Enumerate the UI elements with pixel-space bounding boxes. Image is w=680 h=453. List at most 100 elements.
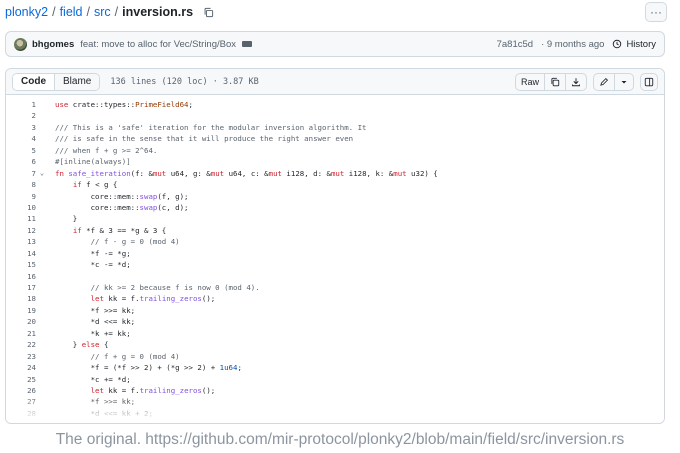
code-text: /// when f + g >= 2^64. xyxy=(55,145,158,155)
line-number[interactable]: 22 xyxy=(6,339,36,350)
raw-button[interactable]: Raw xyxy=(516,73,545,90)
tab-blame[interactable]: Blame xyxy=(55,73,100,90)
line-number[interactable]: 6 xyxy=(6,156,36,167)
commit-sha[interactable]: 7a81c5d xyxy=(497,39,533,50)
fold-gutter xyxy=(36,362,48,373)
line-number[interactable]: 1 xyxy=(6,99,36,110)
line-number[interactable]: 23 xyxy=(6,351,36,362)
fold-gutter xyxy=(36,316,48,327)
code-text: #[inline(always)] xyxy=(55,157,131,167)
commit-age: · 9 months ago xyxy=(541,38,605,50)
fold-gutter xyxy=(36,259,48,270)
history-icon xyxy=(613,39,622,49)
code-line: 9 core::mem::swap(f, g); xyxy=(6,191,664,202)
breadcrumb-current-file: inversion.rs xyxy=(122,5,194,19)
symbols-panel-icon[interactable] xyxy=(640,72,658,91)
line-number[interactable]: 14 xyxy=(6,248,36,259)
line-number[interactable]: 12 xyxy=(6,225,36,236)
line-number[interactable]: 19 xyxy=(6,305,36,316)
line-number[interactable]: 18 xyxy=(6,293,36,304)
fold-gutter xyxy=(36,236,48,247)
fold-gutter xyxy=(36,339,48,350)
line-number[interactable]: 20 xyxy=(6,316,36,327)
line-number[interactable]: 3 xyxy=(6,122,36,133)
line-number[interactable]: 24 xyxy=(6,362,36,373)
line-number[interactable]: 7 xyxy=(6,168,36,179)
fold-gutter xyxy=(36,271,48,282)
breadcrumb-field-link[interactable]: field xyxy=(60,5,83,19)
code-text: /// This is a 'safe' iteration for the m… xyxy=(55,122,367,132)
fold-gutter xyxy=(36,202,48,213)
breadcrumb: plonky2 / field / src / inversion.rs xyxy=(5,4,215,20)
history-button[interactable]: History xyxy=(612,39,656,50)
line-number[interactable]: 4 xyxy=(6,133,36,144)
fold-gutter xyxy=(36,145,48,156)
file-viewer: Code Blame 136 lines (120 loc) · 3.87 KB… xyxy=(5,68,665,424)
code-view[interactable]: 1 use crate::types::PrimeField64; 2 3 /// Th… xyxy=(6,95,664,423)
code-line: 3 /// This is a 'safe' iteration for the … xyxy=(6,122,664,133)
copy-path-icon[interactable] xyxy=(201,5,215,19)
line-number[interactable]: 11 xyxy=(6,213,36,224)
edit-group xyxy=(593,72,634,91)
code-line: 22 } else { xyxy=(6,339,664,350)
line-number[interactable]: 15 xyxy=(6,259,36,270)
code-text: } xyxy=(55,214,78,224)
history-label: History xyxy=(626,38,656,50)
edit-options-chevron-down-icon[interactable] xyxy=(615,74,633,90)
line-number[interactable]: 16 xyxy=(6,271,36,282)
code-line: 1 use crate::types::PrimeField64; xyxy=(6,99,664,110)
code-text: // f + g = 0 (mod 4) xyxy=(55,351,180,361)
breadcrumb-src-link[interactable]: src xyxy=(94,5,111,19)
file-info: 136 lines (120 loc) · 3.87 KB xyxy=(110,76,259,87)
code-text: core::mem::swap(c, d); xyxy=(55,202,189,212)
expand-commit-message-icon[interactable] xyxy=(242,41,253,47)
line-number[interactable]: 13 xyxy=(6,236,36,247)
line-number[interactable]: 9 xyxy=(6,191,36,202)
fold-gutter xyxy=(36,179,48,190)
code-text: core::mem::swap(f, g); xyxy=(55,191,189,201)
edit-pencil-icon[interactable] xyxy=(594,73,615,90)
breadcrumb-separator: / xyxy=(114,5,119,19)
code-line: 7 ⌄ fn safe_iteration(f: &mut u64, g: &mut… xyxy=(6,168,664,179)
commit-message[interactable]: feat: move to alloc for Vec/String/Box xyxy=(80,39,236,50)
line-number[interactable]: 5 xyxy=(6,145,36,156)
code-text: /// is safe in the sense that it will pr… xyxy=(55,134,354,144)
commit-author[interactable]: bhgomes xyxy=(32,39,74,50)
fold-gutter xyxy=(36,110,48,121)
breadcrumb-repo-link[interactable]: plonky2 xyxy=(5,5,48,19)
code-line: 10 core::mem::swap(c, d); xyxy=(6,202,664,213)
fold-chevron-down-icon[interactable]: ⌄ xyxy=(36,168,48,179)
fold-gutter xyxy=(36,156,48,167)
line-number[interactable]: 8 xyxy=(6,179,36,190)
avatar[interactable] xyxy=(14,37,27,51)
fold-gutter xyxy=(36,99,48,110)
code-line: 13 // f - g = 0 (mod 4) xyxy=(6,236,664,247)
line-number[interactable]: 2 xyxy=(6,110,36,121)
fold-gutter xyxy=(36,133,48,144)
fold-gutter xyxy=(36,225,48,236)
line-number[interactable]: 10 xyxy=(6,202,36,213)
code-text: if *f & 3 == *g & 3 { xyxy=(72,225,167,235)
more-options-button[interactable]: ··· xyxy=(645,2,667,22)
code-line: 17 // kk >= 2 because f is now 0 (mod 4)… xyxy=(6,282,664,293)
tab-code[interactable]: Code xyxy=(13,73,55,90)
code-text: if f < g { xyxy=(72,180,118,190)
code-line: 21 *k += kk; xyxy=(6,328,664,339)
download-icon[interactable] xyxy=(566,74,586,90)
line-number[interactable]: 25 xyxy=(6,374,36,385)
code-line: 2 xyxy=(6,110,664,121)
fold-gutter xyxy=(36,122,48,133)
code-line: 14 *f -= *g; xyxy=(6,248,664,259)
code-line: 6 #[inline(always)] xyxy=(6,156,664,167)
copy-raw-icon[interactable] xyxy=(545,73,566,90)
code-text: *f >>= kk; xyxy=(55,305,136,315)
code-text: *d <<= kk; xyxy=(55,317,136,327)
code-line: 12 if *f & 3 == *g & 3 { xyxy=(6,225,664,236)
line-number[interactable]: 21 xyxy=(6,328,36,339)
line-number[interactable]: 17 xyxy=(6,282,36,293)
fold-gutter xyxy=(36,248,48,259)
code-text: let kk = f.trailing_zeros(); xyxy=(90,294,216,304)
code-text: *k += kk; xyxy=(55,328,131,338)
